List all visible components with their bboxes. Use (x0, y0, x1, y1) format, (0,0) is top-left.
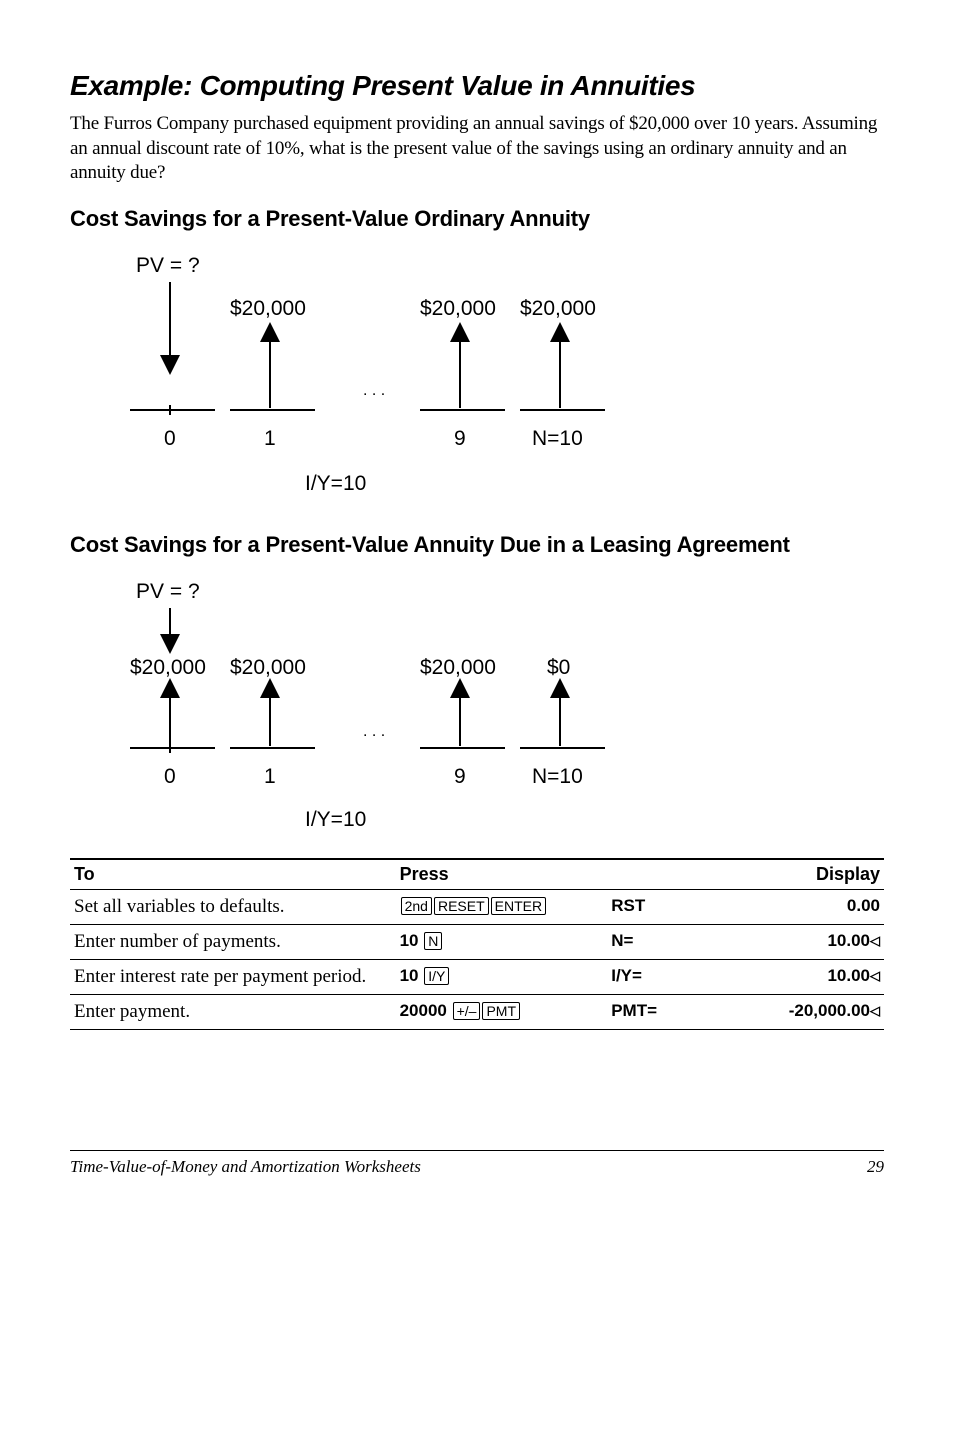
cell-display-label: RST (607, 890, 705, 925)
amt-d2-0: $20,000 (130, 656, 206, 679)
cell-to: Enter interest rate per payment period. (70, 960, 396, 995)
calculator-key: 2nd (401, 897, 432, 915)
amount-3: $20,000 (520, 297, 596, 320)
cell-press: 10 N (396, 925, 608, 960)
cell-press: 10 I/Y (396, 960, 608, 995)
footer-title: Time-Value-of-Money and Amortization Wor… (70, 1157, 421, 1177)
diagram-ordinary-annuity: PV = ? $20,000 $20,000 $20,000 . . . 0 1… (80, 250, 884, 514)
calculator-key: RESET (434, 897, 489, 915)
page-footer: Time-Value-of-Money and Amortization Wor… (70, 1150, 884, 1177)
th-to: To (70, 859, 396, 890)
n-label: N=10 (532, 427, 583, 450)
ellipsis-2: . . . (363, 723, 385, 740)
calculation-table: To Press Display Set all variables to de… (70, 858, 884, 1030)
amt-d2-3: $0 (547, 656, 570, 679)
table-row: Set all variables to defaults.2ndRESETEN… (70, 890, 884, 925)
cell-display-value: -20,000.00◁ (705, 995, 884, 1030)
th-display-spacer (607, 859, 705, 890)
tick-d2-1: 1 (264, 765, 276, 788)
table-row: Enter number of payments.10 NN=10.00◁ (70, 925, 884, 960)
tick-0: 0 (164, 427, 176, 450)
n-label-2: N=10 (532, 765, 583, 788)
cell-display-label: N= (607, 925, 705, 960)
subheading-1: Cost Savings for a Present-Value Ordinar… (70, 206, 884, 232)
tick-9: 9 (454, 427, 466, 450)
cell-display-value: 0.00 (705, 890, 884, 925)
calculator-key: N (424, 932, 442, 950)
th-display: Display (705, 859, 884, 890)
cell-to: Set all variables to defaults. (70, 890, 396, 925)
calculator-key: PMT (482, 1002, 520, 1020)
cell-display-label: I/Y= (607, 960, 705, 995)
cell-display-value: 10.00◁ (705, 925, 884, 960)
diagram-annuity-due: PV = ? $20,000 $20,000 $20,000 $0 . . . … (80, 576, 884, 840)
th-press: Press (396, 859, 608, 890)
pv-label-2: PV = ? (136, 580, 200, 603)
cell-press: 20000 +/–PMT (396, 995, 608, 1030)
pv-label: PV = ? (136, 254, 200, 277)
calculator-key: I/Y (424, 967, 449, 985)
amount-1: $20,000 (230, 297, 306, 320)
calculator-key: +/– (453, 1002, 481, 1020)
cell-to: Enter payment. (70, 995, 396, 1030)
amt-d2-1: $20,000 (230, 656, 306, 679)
iy-label-2: I/Y=10 (305, 808, 366, 831)
footer-page: 29 (867, 1157, 884, 1177)
subheading-2: Cost Savings for a Present-Value Annuity… (70, 532, 884, 558)
calculator-key: ENTER (491, 897, 546, 915)
table-row: Enter interest rate per payment period.1… (70, 960, 884, 995)
amount-2: $20,000 (420, 297, 496, 320)
amt-d2-2: $20,000 (420, 656, 496, 679)
cell-display-label: PMT= (607, 995, 705, 1030)
tick-d2-0: 0 (164, 765, 176, 788)
intro-paragraph: The Furros Company purchased equipment p… (70, 112, 884, 186)
table-row: Enter payment.20000 +/–PMTPMT=-20,000.00… (70, 995, 884, 1030)
cell-press: 2ndRESETENTER (396, 890, 608, 925)
tick-1: 1 (264, 427, 276, 450)
ellipsis: . . . (363, 382, 385, 399)
cell-to: Enter number of payments. (70, 925, 396, 960)
page-title: Example: Computing Present Value in Annu… (70, 70, 884, 102)
tick-d2-9: 9 (454, 765, 466, 788)
iy-label: I/Y=10 (305, 472, 366, 495)
cell-display-value: 10.00◁ (705, 960, 884, 995)
